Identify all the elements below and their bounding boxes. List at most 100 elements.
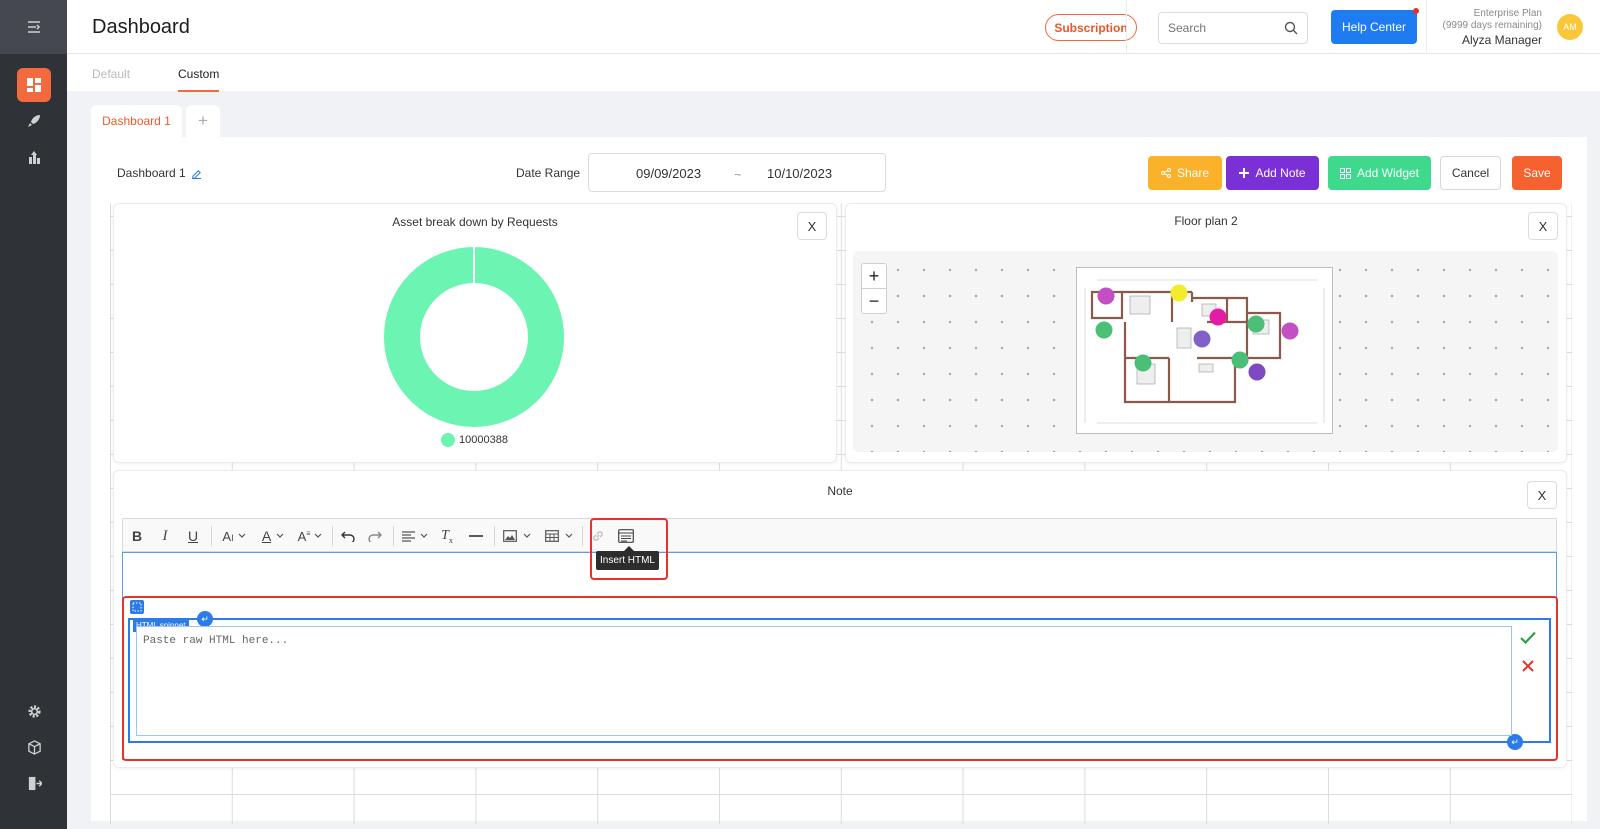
clear-format-button[interactable]: Tx xyxy=(436,519,458,553)
font-size-dropdown[interactable]: AI xyxy=(217,519,251,553)
tab-default[interactable]: Default xyxy=(92,67,130,81)
zoom-out-button[interactable]: − xyxy=(862,289,886,314)
image-icon xyxy=(503,530,517,542)
close-label: X xyxy=(1537,487,1547,503)
align-dropdown[interactable] xyxy=(398,519,432,553)
chevron-down-icon xyxy=(523,533,531,538)
font-color-dropdown[interactable]: A xyxy=(257,519,289,553)
search-input[interactable] xyxy=(1159,13,1274,43)
add-widget-label: Add Widget xyxy=(1356,166,1420,180)
confirm-snippet-button[interactable] xyxy=(1520,631,1536,649)
insert-paragraph-before-button[interactable]: ↵ xyxy=(197,611,213,627)
zoom-control: + − xyxy=(861,263,887,314)
sidebar-item-settings[interactable] xyxy=(17,694,51,728)
chevron-down-icon xyxy=(314,533,322,538)
bold-button[interactable]: B xyxy=(127,519,147,553)
logout-icon xyxy=(28,776,42,790)
enter-icon: ↵ xyxy=(201,613,209,624)
widget-grid-icon xyxy=(1339,167,1351,179)
insert-paragraph-after-button[interactable]: ↵ xyxy=(1507,734,1523,750)
insert-html-tooltip: Insert HTML xyxy=(596,546,659,570)
horizontal-rule-button[interactable] xyxy=(464,519,488,553)
close-label: X xyxy=(1538,218,1548,234)
add-note-label: Add Note xyxy=(1255,166,1306,180)
cancel-snippet-button[interactable] xyxy=(1522,659,1534,677)
editor-toolbar: B I U AI A A≡ Tx xyxy=(122,518,1557,552)
floor-plan-drawing xyxy=(1084,279,1325,424)
italic-button[interactable]: I xyxy=(155,519,175,553)
edit-icon[interactable] xyxy=(191,168,202,179)
floor-plan-image xyxy=(1076,267,1333,434)
gear-icon xyxy=(27,704,41,718)
add-widget-button[interactable]: Add Widget xyxy=(1328,156,1431,190)
undo-button[interactable] xyxy=(337,519,359,553)
date-range-picker[interactable]: 09/09/2023 ~ 10/10/2023 xyxy=(588,153,886,192)
floor-plan-title: Floor plan 2 xyxy=(1174,214,1238,228)
font-size-icon: AI xyxy=(222,528,234,544)
sidebar-item-launch[interactable] xyxy=(17,104,51,138)
enter-icon: ↵ xyxy=(1511,736,1519,747)
font-color-icon: A xyxy=(261,528,272,544)
collapse-menu-button[interactable] xyxy=(0,0,67,54)
chart-legend[interactable]: 10000388 xyxy=(441,433,508,447)
date-from[interactable]: 09/09/2023 xyxy=(636,166,701,181)
dashboard-icon xyxy=(27,78,41,92)
menu-collapse-icon xyxy=(27,21,40,33)
cancel-button[interactable]: Cancel xyxy=(1440,156,1501,190)
chevron-down-icon xyxy=(420,533,428,538)
close-note-widget-button[interactable]: X xyxy=(1527,481,1557,509)
share-button[interactable]: Share xyxy=(1148,156,1222,190)
redo-button[interactable] xyxy=(364,519,386,553)
header-divider xyxy=(1426,0,1427,54)
date-to[interactable]: 10/10/2023 xyxy=(767,166,832,181)
align-left-icon xyxy=(402,530,415,542)
avatar[interactable]: AM xyxy=(1557,14,1583,40)
close-floor-widget-button[interactable]: X xyxy=(1528,212,1558,240)
save-button[interactable]: Save xyxy=(1512,156,1562,190)
clear-format-icon: Tx xyxy=(441,527,453,545)
add-dashboard-tab-button[interactable]: + xyxy=(186,105,220,137)
toolbar-divider xyxy=(582,526,583,546)
asset-breakdown-title: Asset break down by Requests xyxy=(392,215,558,229)
plan-days: (9999 days remaining) xyxy=(1442,20,1543,31)
image-dropdown[interactable] xyxy=(499,519,535,553)
search-icon[interactable] xyxy=(1284,21,1298,35)
notification-dot xyxy=(1413,8,1419,14)
help-center-label: Help Center xyxy=(1341,20,1407,34)
tab-dashboard-1[interactable]: Dashboard 1 xyxy=(91,105,182,137)
check-icon xyxy=(1520,631,1536,645)
sidebar-item-assets[interactable] xyxy=(17,730,51,764)
underline-button[interactable]: U xyxy=(183,519,203,553)
sidebar-item-reports[interactable] xyxy=(17,140,51,174)
text-style-icon: A≡ xyxy=(297,528,311,544)
sidebar-item-logout[interactable] xyxy=(17,766,51,800)
sidebar xyxy=(0,0,67,829)
legend-swatch xyxy=(441,433,455,447)
chevron-down-icon xyxy=(276,533,284,538)
table-dropdown[interactable] xyxy=(541,519,577,553)
tab-custom[interactable]: Custom xyxy=(178,67,220,92)
subscription-button[interactable]: Subscription xyxy=(1045,14,1137,41)
user-name[interactable]: Alyza Manager xyxy=(1443,34,1542,46)
top-header: Dashboard Subscription Help Center Enter… xyxy=(67,0,1600,54)
text-style-dropdown[interactable]: A≡ xyxy=(293,519,327,553)
plan-info: Enterprise Plan (9999 days remaining) Al… xyxy=(1443,8,1543,46)
donut-slice-10000388[interactable] xyxy=(384,247,564,427)
page-title: Dashboard xyxy=(92,16,190,38)
html-snippet-input[interactable] xyxy=(136,626,1512,736)
date-separator: ~ xyxy=(734,167,742,182)
close-label: X xyxy=(807,218,817,234)
help-center-button[interactable]: Help Center xyxy=(1331,8,1419,44)
view-tabs: Default Custom xyxy=(67,54,1600,92)
close-asset-widget-button[interactable]: X xyxy=(797,212,827,240)
sidebar-item-dashboard[interactable] xyxy=(17,68,51,102)
horizontal-line-icon xyxy=(469,535,483,537)
chevron-down-icon xyxy=(565,533,573,538)
add-note-button[interactable]: Add Note xyxy=(1226,156,1319,190)
share-label: Share xyxy=(1176,166,1210,180)
donut-chart xyxy=(384,247,564,427)
dashboard-name-label: Dashboard 1 xyxy=(117,166,186,180)
drag-handle[interactable] xyxy=(130,600,144,614)
toolbar-divider xyxy=(393,526,394,546)
zoom-in-button[interactable]: + xyxy=(862,264,886,289)
